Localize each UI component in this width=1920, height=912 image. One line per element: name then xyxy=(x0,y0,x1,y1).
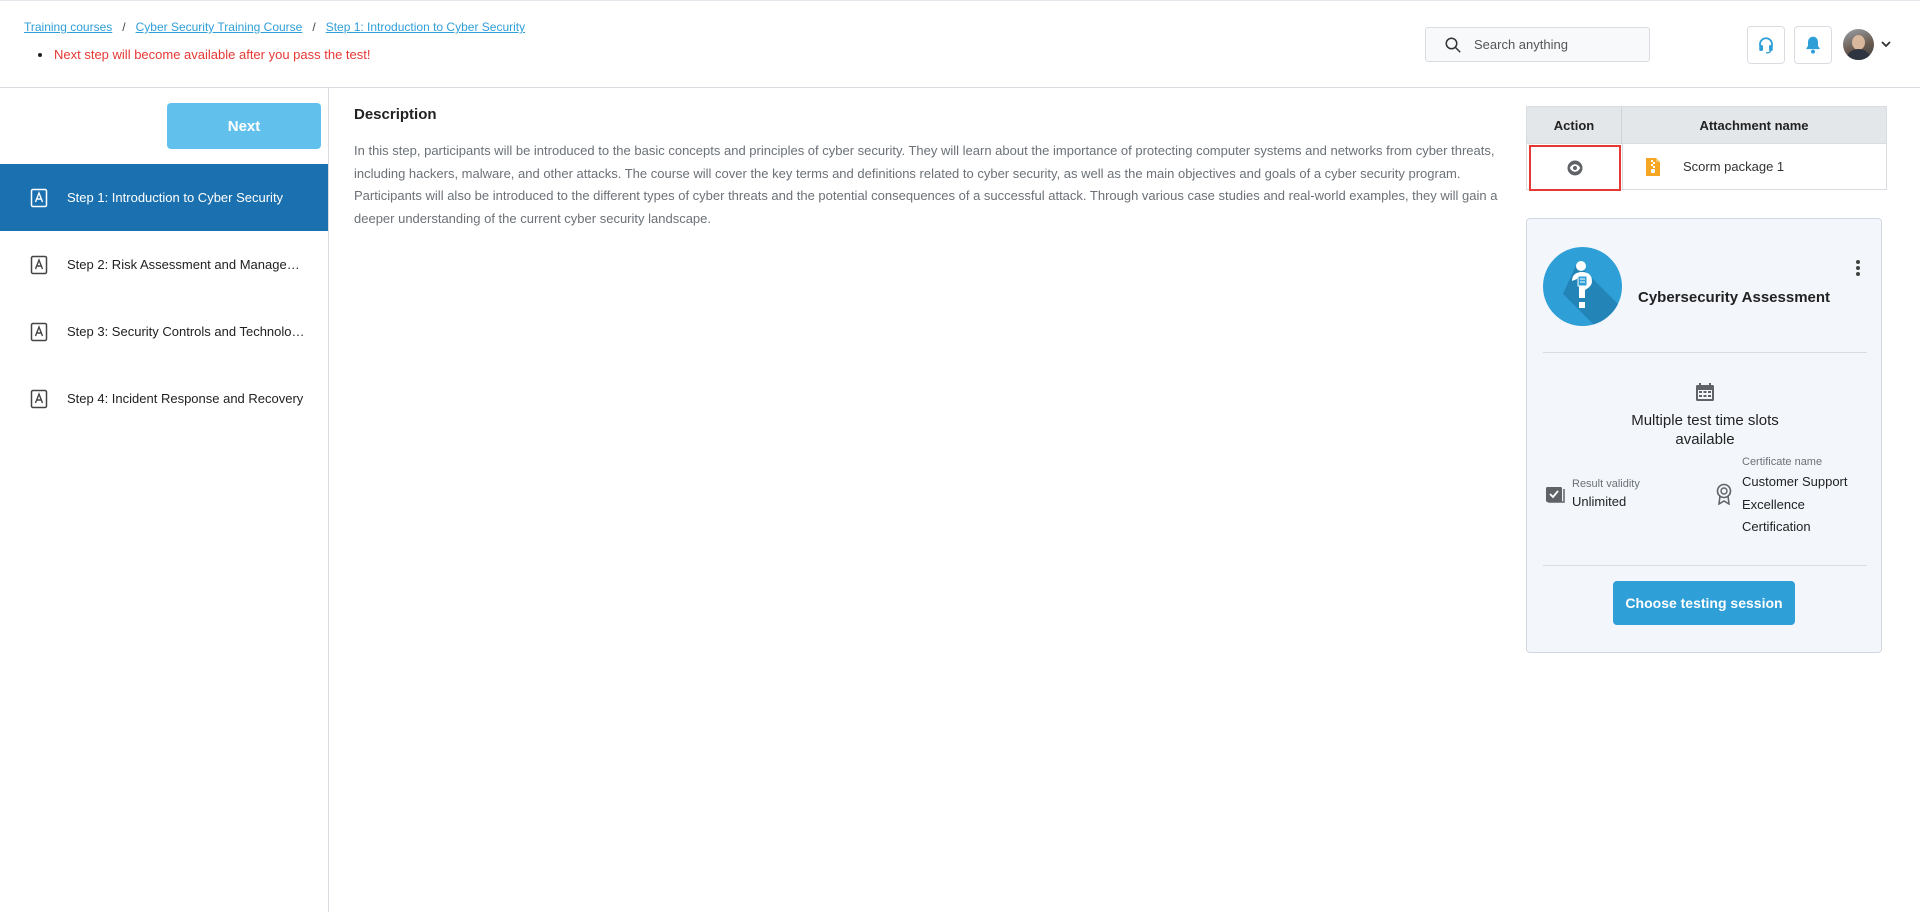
eye-icon xyxy=(1567,160,1583,176)
table-row: Scorm package 1 xyxy=(1527,144,1886,191)
headset-icon xyxy=(1759,37,1773,54)
step-label: Step 3: Security Controls and Technologi… xyxy=(67,324,307,339)
card-divider xyxy=(1543,352,1867,353)
certificate-label: Certificate name xyxy=(1742,456,1823,468)
step-label: Step 4: Incident Response and Recovery xyxy=(67,391,304,406)
book-icon xyxy=(30,188,48,207)
certificate-badge-icon xyxy=(1716,483,1732,505)
chevron-down-icon[interactable] xyxy=(1880,39,1892,49)
breadcrumb-separator: / xyxy=(122,20,126,34)
checklist-icon xyxy=(1546,487,1565,503)
avatar-body xyxy=(1846,49,1871,60)
choose-testing-session-button[interactable]: Choose testing session xyxy=(1613,581,1795,625)
next-button[interactable]: Next xyxy=(167,103,321,149)
book-icon xyxy=(30,255,48,274)
step-label: Step 1: Introduction to Cyber Security xyxy=(67,190,284,205)
sidebar-step-2[interactable]: Step 2: Risk Assessment and Management xyxy=(0,231,328,298)
sidebar-step-1[interactable]: Step 1: Introduction to Cyber Security xyxy=(0,164,328,231)
search-icon xyxy=(1445,37,1461,52)
time-slots-text: Multiple test time slots available xyxy=(1631,412,1779,448)
steps-sidebar: Next Step 1: Introduction to Cyber Secur… xyxy=(0,88,329,912)
book-icon xyxy=(30,322,48,341)
bell-icon xyxy=(1806,36,1820,54)
search-box[interactable] xyxy=(1425,27,1650,62)
breadcrumb-current-step[interactable]: Step 1: Introduction to Cyber Security xyxy=(326,20,525,34)
certificate-value: Customer Support Excellence Certificatio… xyxy=(1742,474,1848,534)
card-divider xyxy=(1543,565,1867,566)
attachment-name: Scorm package 1 xyxy=(1683,159,1785,174)
breadcrumb-course[interactable]: Cyber Security Training Course xyxy=(136,20,303,34)
breadcrumb: Training courses / Cyber Security Traini… xyxy=(24,20,525,34)
assessment-logo xyxy=(1543,247,1622,326)
attachments-table: Action Attachment name Scorm package 1 xyxy=(1526,106,1887,191)
table-header: Action Attachment name xyxy=(1527,107,1886,144)
calendar-icon xyxy=(1696,383,1714,401)
column-header-action: Action xyxy=(1527,107,1622,144)
support-button[interactable] xyxy=(1747,26,1785,64)
more-options-icon[interactable] xyxy=(1855,259,1861,277)
result-validity-label: Result validity xyxy=(1572,478,1640,490)
zip-file-icon xyxy=(1646,157,1660,176)
description-title: Description xyxy=(354,106,437,123)
step-lock-notice: Next step will become available after yo… xyxy=(38,47,371,62)
search-input[interactable] xyxy=(1474,37,1634,52)
result-validity-value: Unlimited xyxy=(1572,494,1627,509)
notifications-button[interactable] xyxy=(1794,26,1832,64)
top-header: Training courses / Cyber Security Traini… xyxy=(0,0,1920,88)
breadcrumb-training-courses[interactable]: Training courses xyxy=(24,20,112,34)
description-text: In this step, participants will be intro… xyxy=(354,143,1498,226)
column-header-attachment-name: Attachment name xyxy=(1699,118,1809,133)
avatar[interactable] xyxy=(1843,29,1874,60)
person-question-icon xyxy=(1563,261,1622,326)
assessment-card: Cybersecurity Assessment Multiple test t… xyxy=(1526,218,1882,653)
step-label: Step 2: Risk Assessment and Management xyxy=(67,257,307,272)
sidebar-step-3[interactable]: Step 3: Security Controls and Technologi… xyxy=(0,298,328,365)
view-attachment-button[interactable] xyxy=(1529,145,1621,191)
book-icon xyxy=(30,389,48,408)
attachment-name-cell[interactable]: Scorm package 1 xyxy=(1622,144,1886,189)
notice-text: Next step will become available after yo… xyxy=(54,47,371,62)
assessment-title: Cybersecurity Assessment xyxy=(1638,289,1831,306)
bullet-icon xyxy=(38,52,42,57)
breadcrumb-separator: / xyxy=(312,20,316,34)
avatar-face xyxy=(1852,35,1865,50)
sidebar-step-4[interactable]: Step 4: Incident Response and Recovery xyxy=(0,365,328,432)
